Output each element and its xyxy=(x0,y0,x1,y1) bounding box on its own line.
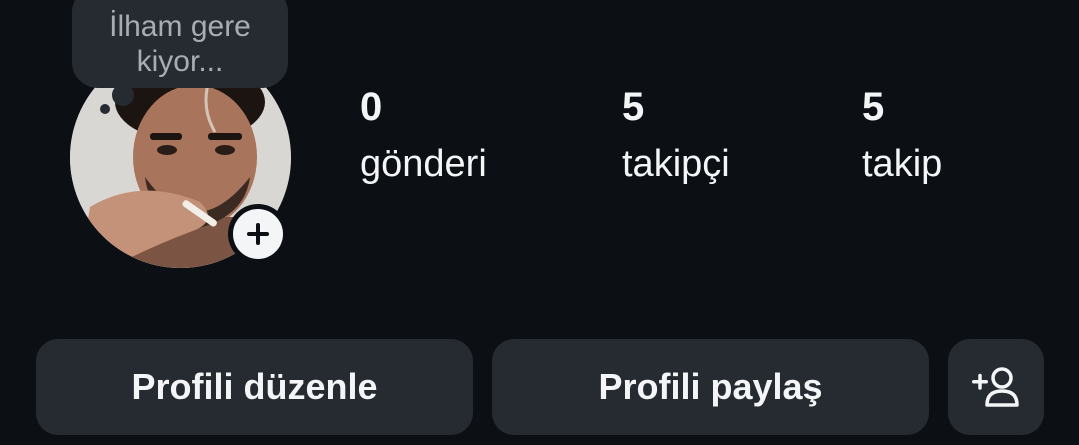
edit-profile-label: Profili düzenle xyxy=(131,366,378,407)
following-count: 5 xyxy=(862,85,885,129)
following-label: takip xyxy=(862,143,943,185)
add-story-button[interactable] xyxy=(228,204,288,264)
followers-label: takipçi xyxy=(622,143,730,185)
note-bubble[interactable]: İlham gere kiyor... xyxy=(72,0,288,88)
note-tail-dot-small xyxy=(100,104,110,114)
add-story-circle xyxy=(233,209,283,259)
add-person-icon xyxy=(972,367,1019,407)
profile-header: İlham gere kiyor... 0 gönderi 5 takipçi … xyxy=(0,0,1079,445)
followers-count: 5 xyxy=(622,85,645,129)
discover-people-button[interactable] xyxy=(948,339,1044,435)
plus-icon xyxy=(247,223,269,245)
stat-posts[interactable]: 0 gönderi xyxy=(360,84,487,186)
posts-label: gönderi xyxy=(360,143,487,185)
posts-count: 0 xyxy=(360,85,383,129)
stat-followers[interactable]: 5 takipçi xyxy=(622,84,730,186)
share-profile-button[interactable]: Profili paylaş xyxy=(492,339,929,435)
note-text: İlham gere kiyor... xyxy=(109,10,251,78)
note-tail-dot xyxy=(112,84,134,106)
edit-profile-button[interactable]: Profili düzenle xyxy=(36,339,473,435)
share-profile-label: Profili paylaş xyxy=(598,366,823,407)
stat-following[interactable]: 5 takip xyxy=(862,84,942,186)
